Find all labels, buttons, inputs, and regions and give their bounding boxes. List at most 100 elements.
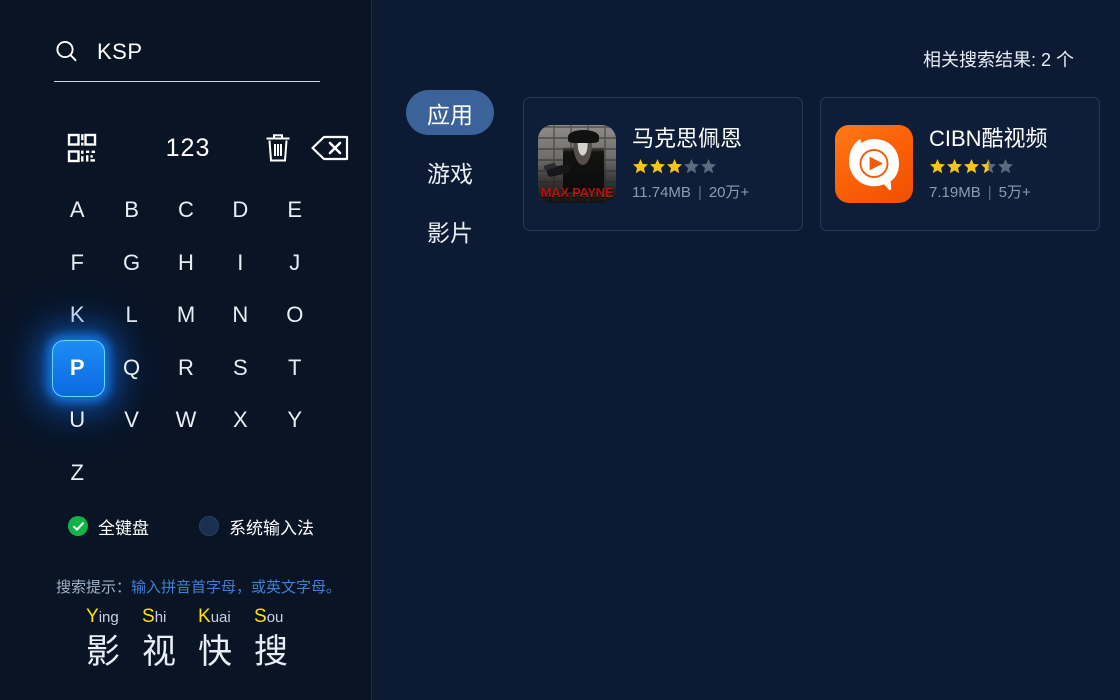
tab-movies[interactable]: 影片 <box>406 208 494 253</box>
keyboard-row: A B C D E <box>50 184 322 237</box>
pinyin-rest: ou <box>266 609 284 626</box>
key-f[interactable]: F <box>50 237 104 290</box>
app-size: 7.19MB <box>929 184 981 201</box>
meta-separator: | <box>987 184 992 201</box>
key-a[interactable]: A <box>50 184 104 237</box>
key-t[interactable]: T <box>268 342 322 395</box>
key-y[interactable]: Y <box>268 394 322 447</box>
pinyin-rest: ing <box>98 609 119 626</box>
keyboard-row: U V W X Y <box>50 394 322 447</box>
numeric-keyboard-button[interactable]: 123 <box>158 126 218 170</box>
keyboard-row: P Q R S T <box>50 339 322 396</box>
key-b[interactable]: B <box>104 184 158 237</box>
result-count-label: 相关搜索结果: 2 个 <box>922 50 1074 70</box>
pinyin-initial: S <box>254 606 267 627</box>
key-z[interactable]: Z <box>50 447 104 500</box>
backspace-icon[interactable] <box>304 126 356 170</box>
input-mode-selector: 全键盘 系统输入法 <box>68 512 358 540</box>
result-card[interactable]: MAX PAYNE 马克思佩恩 11.74MB | 20万+ <box>523 97 803 231</box>
search-field[interactable]: KSP <box>54 32 320 72</box>
pinyin-rest: uai <box>210 609 231 626</box>
app-size: 11.74MB <box>632 184 691 201</box>
star-icon <box>946 158 963 174</box>
key-r[interactable]: R <box>159 342 213 395</box>
key-j[interactable]: J <box>268 237 322 290</box>
app-meta: 7.19MB | 5万+ <box>929 181 1085 202</box>
star-half-icon <box>980 158 997 174</box>
keyboard-toolbar: 123 <box>54 126 349 170</box>
star-icon <box>683 158 700 174</box>
rating-stars <box>632 158 788 174</box>
trash-icon[interactable] <box>256 126 300 170</box>
key-h[interactable]: H <box>159 237 213 290</box>
tv-search-screen: K S P 123 A B C D E F G H I J K L M N O P … <box>0 0 1120 700</box>
star-icon <box>632 158 649 174</box>
key-s[interactable]: S <box>213 342 267 395</box>
star-icon <box>666 158 683 174</box>
key-e[interactable]: E <box>268 184 322 237</box>
pinyin-item: Ying 影 <box>86 606 142 673</box>
search-hint-label: 搜索提示： <box>56 579 132 596</box>
search-input-value[interactable]: KSP <box>97 39 143 65</box>
radio-selected-icon <box>68 516 88 536</box>
pinyin-example: Ying 影 Shi 视 Kuai 快 Sou 搜 <box>86 606 316 673</box>
max-payne-app-icon: MAX PAYNE <box>538 125 616 203</box>
input-mode-label: 全键盘 <box>98 518 149 538</box>
key-w[interactable]: W <box>159 394 213 447</box>
pinyin-han: 快 <box>198 633 232 671</box>
keyboard-row: F G H I J <box>50 237 322 290</box>
search-hint-text: 输入拼音首字母，或英文字母。 <box>131 579 342 596</box>
result-card[interactable]: CIBN酷视频 7.19MB | 5万+ <box>820 97 1100 231</box>
key-q[interactable]: Q <box>104 342 158 395</box>
pinyin-item: Sou 搜 <box>254 606 310 673</box>
radio-unselected-icon <box>199 516 219 536</box>
pinyin-initial: K <box>198 606 211 627</box>
key-l[interactable]: L <box>104 289 158 342</box>
result-card-list: MAX PAYNE 马克思佩恩 11.74MB | 20万+ CIBN酷视频 7… <box>523 97 1103 231</box>
pinyin-initial: S <box>142 606 155 627</box>
pinyin-rest: hi <box>154 609 167 626</box>
pinyin-han: 搜 <box>254 633 288 671</box>
star-icon <box>997 158 1014 174</box>
pinyin-item: Shi 视 <box>142 606 198 673</box>
app-title: 马克思佩恩 <box>632 126 743 151</box>
key-u[interactable]: U <box>50 394 104 447</box>
search-hint: 搜索提示：输入拼音首字母，或英文字母。 <box>56 576 341 597</box>
cibn-app-icon <box>835 125 913 203</box>
qr-code-icon[interactable] <box>60 126 104 170</box>
key-g[interactable]: G <box>104 237 158 290</box>
app-downloads: 5万+ <box>998 184 1031 201</box>
tab-apps[interactable]: 应用 <box>406 90 494 135</box>
tab-games[interactable]: 游戏 <box>406 149 494 194</box>
app-title: CIBN酷视频 <box>929 126 1048 151</box>
key-x[interactable]: X <box>213 394 267 447</box>
keyboard-panel: K S P 123 A B C D E F G H I J K L M N O P … <box>0 0 372 700</box>
star-icon <box>929 158 946 174</box>
key-i[interactable]: I <box>213 237 267 290</box>
key-n[interactable]: N <box>213 289 267 342</box>
search-underline <box>54 81 320 82</box>
search-icon <box>54 39 80 65</box>
key-d[interactable]: D <box>213 184 267 237</box>
input-mode-full-keyboard[interactable]: 全键盘 <box>68 514 149 539</box>
app-downloads: 20万+ <box>708 184 750 201</box>
key-c[interactable]: C <box>159 184 213 237</box>
keyboard-row: Z <box>50 447 322 500</box>
keyboard-row: K L M N O <box>50 289 322 342</box>
pinyin-han: 影 <box>86 633 120 671</box>
input-mode-system-ime[interactable]: 系统输入法 <box>199 514 314 539</box>
star-icon <box>649 158 666 174</box>
key-p[interactable]: P <box>50 339 106 396</box>
key-k[interactable]: K <box>50 289 104 342</box>
input-mode-label: 系统输入法 <box>229 518 314 538</box>
key-v[interactable]: V <box>104 394 158 447</box>
pinyin-initial: Y <box>86 606 99 627</box>
key-o[interactable]: O <box>268 289 322 342</box>
pinyin-item: Kuai 快 <box>198 606 254 673</box>
key-m[interactable]: M <box>159 289 213 342</box>
app-meta: 11.74MB | 20万+ <box>632 181 788 202</box>
letter-keyboard: A B C D E F G H I J K L M N O P Q R S T … <box>50 184 322 499</box>
rating-stars <box>929 158 1085 174</box>
results-panel: 相关搜索结果: 2 个 应用 游戏 影片 MAX PAYNE 马克思佩恩 11.… <box>373 0 1120 700</box>
star-icon <box>700 158 717 174</box>
